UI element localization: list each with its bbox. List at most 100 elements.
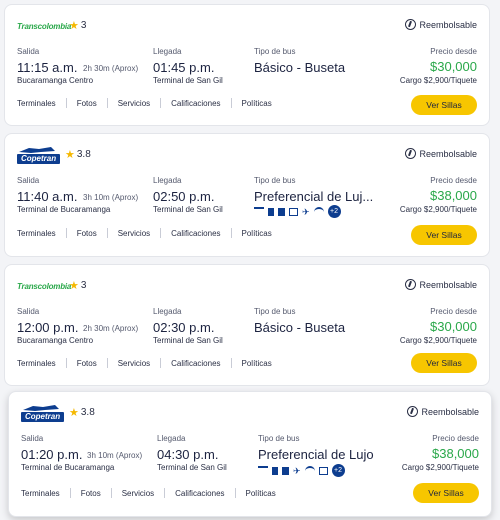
refund-icon	[407, 406, 419, 417]
arrive-time: 01:45 p.m.	[153, 60, 215, 75]
rating-value: 3	[80, 20, 87, 31]
link-fotos[interactable]: Fotos	[77, 359, 97, 368]
duration: 3h 10m (Aprox)	[87, 451, 143, 460]
depart-place: Bucaramanga Centro	[17, 336, 94, 345]
more-amenities-button[interactable]: +2	[327, 205, 341, 218]
link-calificaciones[interactable]: Calificaciones	[175, 489, 224, 498]
link-servicios[interactable]: Servicios	[122, 489, 154, 498]
rating-value: 3	[80, 280, 87, 291]
arrive-place: Terminal de San Gil	[157, 463, 227, 472]
price-label: Precio desde	[432, 434, 479, 443]
refund-icon	[405, 148, 417, 159]
price-label: Precio desde	[430, 307, 477, 316]
rating-value: 3.8	[80, 407, 95, 418]
depart-label: Salida	[17, 307, 40, 316]
duration: 2h 30m (Aprox)	[83, 64, 139, 73]
wifi-icon	[304, 465, 315, 476]
refund-label: Reembolsable	[419, 19, 477, 30]
price: $30,000	[430, 59, 477, 74]
depart-label: Salida	[21, 434, 44, 443]
duration: 3h 10m (Aprox)	[83, 193, 139, 202]
bus-label: Tipo de bus	[254, 307, 296, 316]
trip-card: Transcolombia ★ 3 Reembolsable Salida 12:…	[4, 264, 490, 386]
depart-time: 11:40 a.m.	[17, 189, 78, 204]
fee: Cargo $2,900/Tiquete	[399, 76, 477, 85]
detail-links: Terminales Fotos Servicios Calificacione…	[17, 228, 272, 238]
amenities: ✈ +2	[258, 464, 345, 477]
depart-place: Bucaramanga Centro	[17, 76, 94, 85]
price: $38,000	[432, 446, 479, 461]
depart-time: 11:15 a.m.	[17, 60, 78, 75]
company-logo: Copetran	[21, 404, 65, 422]
tv-icon	[258, 465, 268, 476]
view-seats-button[interactable]: Ver Sillas	[411, 353, 477, 373]
view-seats-button[interactable]: Ver Sillas	[411, 95, 477, 115]
price-label: Precio desde	[430, 47, 477, 56]
refund-label: Reembolsable	[419, 148, 477, 159]
outlet-icon	[318, 466, 328, 475]
tv-icon	[254, 206, 264, 217]
depart-label: Salida	[17, 176, 40, 185]
link-politicas[interactable]: Políticas	[242, 359, 272, 368]
bus-label: Tipo de bus	[254, 176, 296, 185]
arrive-label: Llegada	[153, 307, 182, 316]
link-fotos[interactable]: Fotos	[77, 229, 97, 238]
rating-value: 3.8	[76, 149, 91, 160]
amenities: ✈ +2	[254, 205, 341, 218]
detail-links: Terminales Fotos Servicios Calificacione…	[17, 358, 272, 368]
seat-icon	[278, 207, 285, 216]
link-servicios[interactable]: Servicios	[118, 229, 150, 238]
refund-icon	[405, 19, 417, 30]
refund-badge: Reembolsable	[407, 406, 479, 417]
price: $38,000	[430, 188, 477, 203]
refund-badge: Reembolsable	[405, 148, 477, 159]
depart-time: 01:20 p.m.	[21, 447, 83, 462]
link-calificaciones[interactable]: Calificaciones	[171, 99, 220, 108]
trip-card: Copetran ★ 3.8 Reembolsable Salida 11:40 …	[4, 133, 490, 257]
more-amenities-button[interactable]: +2	[331, 464, 345, 477]
view-seats-button[interactable]: Ver Sillas	[413, 483, 479, 503]
refund-badge: Reembolsable	[405, 19, 477, 30]
refund-badge: Reembolsable	[405, 279, 477, 290]
link-terminales[interactable]: Terminales	[17, 99, 56, 108]
bus-type: Preferencial de Luj...	[254, 189, 374, 204]
arrive-place: Terminal de San Gil	[153, 76, 223, 85]
view-seats-button[interactable]: Ver Sillas	[411, 225, 477, 245]
duration: 2h 30m (Aprox)	[83, 324, 139, 333]
link-politicas[interactable]: Políticas	[246, 489, 276, 498]
trip-card: Transcolombia ★ 3 Reembolsable Salida 11:…	[4, 4, 490, 126]
arrive-time: 02:50 p.m.	[153, 189, 215, 204]
link-politicas[interactable]: Políticas	[242, 229, 272, 238]
bus-label: Tipo de bus	[254, 47, 296, 56]
depart-place: Terminal de Bucaramanga	[17, 205, 111, 214]
price: $30,000	[430, 319, 477, 334]
link-fotos[interactable]: Fotos	[81, 489, 101, 498]
link-calificaciones[interactable]: Calificaciones	[171, 359, 220, 368]
outlet-icon	[289, 207, 298, 216]
rating: ★ 3.8	[65, 148, 91, 161]
bus-type: Básico - Buseta	[254, 320, 346, 335]
company-logo: Transcolombia	[17, 21, 72, 31]
refund-label: Reembolsable	[419, 279, 477, 290]
depart-place: Terminal de Bucaramanga	[21, 463, 115, 472]
link-servicios[interactable]: Servicios	[118, 359, 150, 368]
trip-card: Copetran ★ 3.8 Reembolsable Salida 01:20 …	[8, 391, 492, 517]
link-terminales[interactable]: Terminales	[17, 359, 56, 368]
depart-time: 12:00 p.m.	[17, 320, 79, 335]
arrive-label: Llegada	[157, 434, 186, 443]
arrive-place: Terminal de San Gil	[153, 205, 223, 214]
link-fotos[interactable]: Fotos	[77, 99, 97, 108]
link-politicas[interactable]: Políticas	[242, 99, 272, 108]
price-label: Precio desde	[430, 176, 477, 185]
star-icon: ★	[69, 20, 79, 32]
bus-type: Básico - Buseta	[254, 60, 346, 75]
link-terminales[interactable]: Terminales	[17, 229, 56, 238]
fee: Cargo $2,900/Tiquete	[399, 336, 477, 345]
wifi-icon	[313, 206, 324, 217]
fee: Cargo $2,900/Tiquete	[399, 205, 477, 214]
link-calificaciones[interactable]: Calificaciones	[171, 229, 220, 238]
link-servicios[interactable]: Servicios	[118, 99, 150, 108]
restroom-icon	[268, 207, 274, 216]
link-terminales[interactable]: Terminales	[21, 489, 60, 498]
company-logo: Transcolombia	[17, 281, 72, 291]
